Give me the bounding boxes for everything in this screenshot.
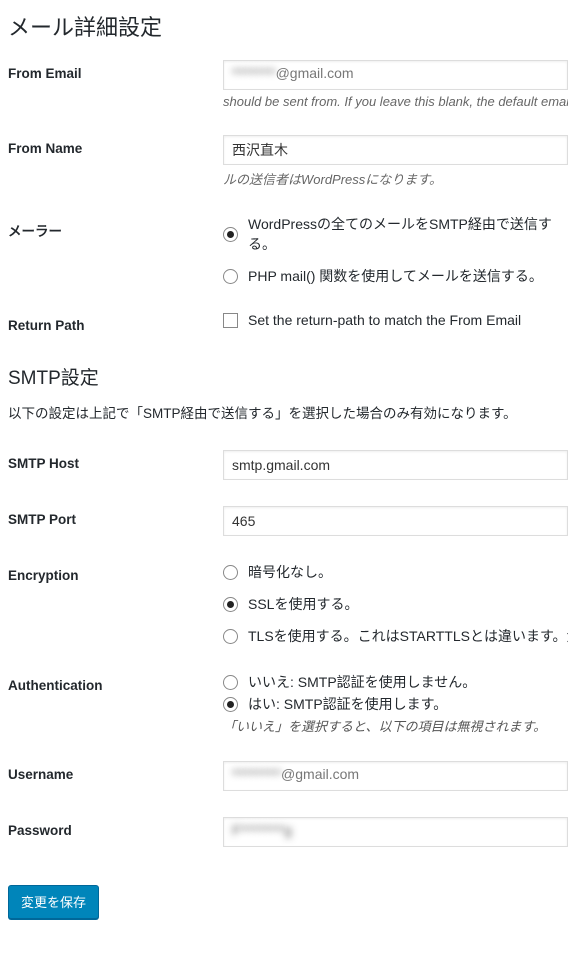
from-name-description: ルの送信者はWordPressになります。 (223, 169, 568, 188)
authentication-option-yes[interactable]: はい: SMTP認証を使用します。 (223, 694, 568, 714)
from-email-input[interactable] (223, 60, 568, 90)
save-button[interactable]: 変更を保存 (8, 885, 99, 919)
password-input[interactable] (223, 817, 568, 847)
smtp-port-input[interactable] (223, 506, 568, 536)
mailer-option-smtp[interactable]: WordPressの全てのメールをSMTP経由で送信する。 (223, 214, 568, 254)
encryption-option-none[interactable]: 暗号化なし。 (223, 562, 568, 582)
radio-icon (223, 675, 238, 690)
heading-smtp-settings: SMTP設定 (8, 363, 568, 390)
label-from-name: From Name (8, 135, 223, 156)
encryption-option-tls[interactable]: TLSを使用する。これはSTARTTLSとは違います。大多数の (223, 626, 568, 646)
label-mailer: メーラー (8, 214, 223, 240)
checkbox-icon (223, 313, 238, 328)
radio-icon (223, 629, 238, 644)
label-from-email: From Email (8, 60, 223, 81)
label-authentication: Authentication (8, 672, 223, 693)
encryption-option-ssl[interactable]: SSLを使用する。 (223, 594, 568, 614)
radio-icon (223, 269, 238, 284)
label-return-path: Return Path (8, 312, 223, 333)
from-email-description: should be sent from. If you leave this b… (223, 94, 568, 109)
return-path-checkbox[interactable]: Set the return-path to match the From Em… (223, 312, 568, 328)
label-encryption: Encryption (8, 562, 223, 583)
label-username: Username (8, 761, 223, 782)
authentication-option-no[interactable]: いいえ: SMTP認証を使用しません。 (223, 672, 568, 692)
smtp-host-input[interactable] (223, 450, 568, 480)
heading-mail-detail: メール詳細設定 (8, 10, 568, 42)
authentication-description: 「いいえ」を選択すると、以下の項目は無視されます。 (223, 716, 568, 735)
radio-icon (223, 597, 238, 612)
radio-icon (223, 565, 238, 580)
label-smtp-host: SMTP Host (8, 450, 223, 471)
label-smtp-port: SMTP Port (8, 506, 223, 527)
mailer-option-php[interactable]: PHP mail() 関数を使用してメールを送信する。 (223, 266, 568, 286)
label-password: Password (8, 817, 223, 838)
radio-icon (223, 697, 238, 712)
smtp-section-note: 以下の設定は上記で「SMTP経由で送信する」を選択した場合のみ有効になります。 (8, 402, 568, 422)
username-input[interactable] (223, 761, 568, 791)
radio-icon (223, 227, 238, 242)
from-name-input[interactable] (223, 135, 568, 165)
